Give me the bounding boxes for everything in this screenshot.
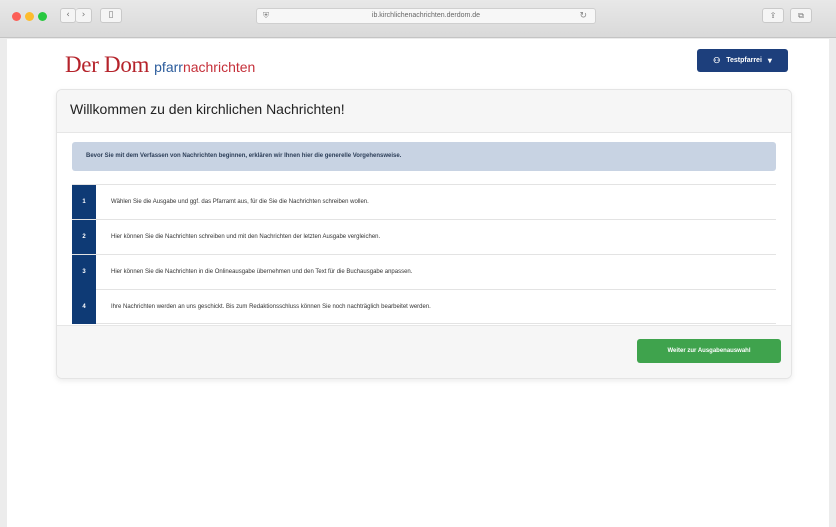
share-icon: ⇪ — [769, 11, 777, 20]
reload-icon[interactable]: ↻ — [579, 11, 587, 21]
logo-sub-text: pfarrnachrichten — [154, 59, 255, 75]
step-row-4: 4 Ihre Nachrichten werden an uns geschic… — [72, 289, 776, 324]
step-row-2: 2 Hier können Sie die Nachrichten schrei… — [72, 219, 776, 255]
site-logo[interactable]: Der Dom pfarrnachrichten — [65, 52, 255, 78]
zoom-window-button[interactable] — [38, 12, 47, 21]
user-icon: ⚇ — [713, 56, 721, 65]
card-footer: Weiter zur Ausgabenauswahl — [57, 325, 791, 378]
step-text: Hier können Sie die Nachrichten in die O… — [111, 269, 413, 275]
step-number: 3 — [72, 254, 96, 290]
step-text: Wählen Sie die Ausgabe und ggf. das Pfar… — [111, 199, 369, 205]
user-menu-label: Testpfarrei — [726, 57, 762, 64]
tabs-button[interactable]: ⧉ — [790, 8, 812, 23]
info-alert: Bevor Sie mit dem Verfassen von Nachrich… — [72, 142, 776, 171]
page: Der Dom pfarrnachrichten ⚇ Testpfarrei ▾… — [7, 39, 829, 527]
caret-down-icon: ▾ — [767, 56, 772, 65]
sidebar-button[interactable]: ▯ — [100, 8, 122, 23]
welcome-card: Willkommen zu den kirchlichen Nachrichte… — [56, 89, 792, 379]
url-text: ib.kirchlichenachrichten.derdom.de — [371, 12, 481, 19]
step-text: Ihre Nachrichten werden an uns geschickt… — [111, 303, 431, 310]
logo-main-text: Der Dom — [65, 52, 150, 77]
step-number: 4 — [72, 289, 96, 324]
step-row-1: 1 Wählen Sie die Ausgabe und ggf. das Pf… — [72, 184, 776, 220]
logo-sub-part-b: nachrichten — [182, 59, 256, 75]
sidebar-icon: ▯ — [108, 10, 114, 20]
forward-button[interactable]: › — [76, 8, 92, 23]
back-button[interactable]: ‹ — [60, 8, 76, 23]
card-header: Willkommen zu den kirchlichen Nachrichte… — [57, 90, 791, 133]
step-number: 2 — [72, 219, 96, 255]
tabs-icon: ⧉ — [798, 11, 804, 20]
page-title: Willkommen zu den kirchlichen Nachrichte… — [70, 101, 345, 117]
next-button[interactable]: Weiter zur Ausgabenauswahl — [637, 339, 781, 363]
steps-list: 1 Wählen Sie die Ausgabe und ggf. das Pf… — [72, 184, 776, 324]
address-bar[interactable]: ⛨ ib.kirchlichenachrichten.derdom.de ↻ — [256, 8, 596, 24]
logo-sub-part-a: pfarr — [154, 59, 183, 75]
step-row-3: 3 Hier können Sie die Nachrichten in die… — [72, 254, 776, 290]
chevron-right-icon: › — [81, 10, 86, 20]
user-menu-button[interactable]: ⚇ Testpfarrei ▾ — [697, 49, 788, 72]
step-text: Hier können Sie die Nachrichten schreibe… — [111, 234, 381, 240]
chevron-left-icon: ‹ — [66, 10, 70, 20]
share-button[interactable]: ⇪ — [762, 8, 784, 23]
minimize-window-button[interactable] — [25, 12, 34, 21]
browser-toolbar: ‹ › ▯ ⛨ ib.kirchlichenachrichten.derdom.… — [0, 0, 836, 38]
step-number: 1 — [72, 184, 96, 220]
close-window-button[interactable] — [12, 12, 21, 21]
